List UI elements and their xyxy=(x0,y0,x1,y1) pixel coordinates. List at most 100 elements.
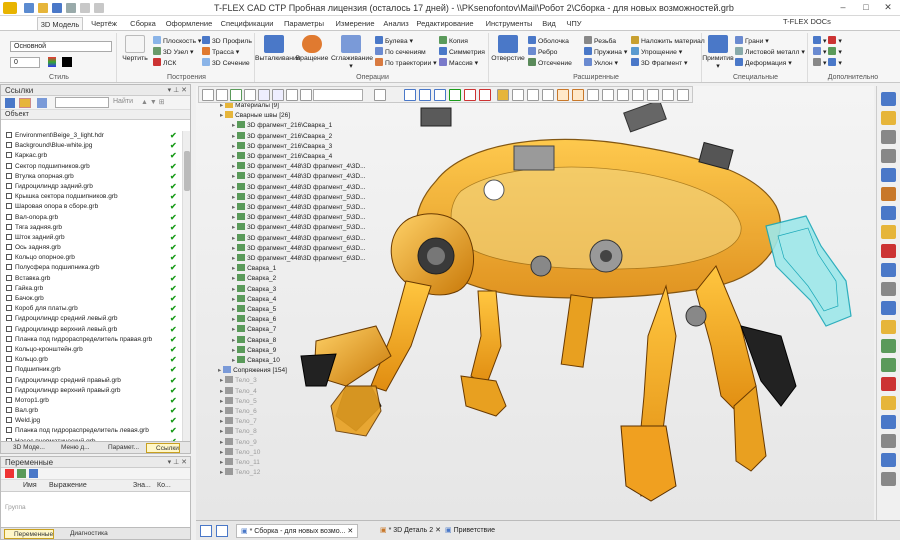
tab-edit[interactable]: Редактирование xyxy=(416,17,474,30)
draft-button[interactable]: Уклон ▾ xyxy=(584,58,618,68)
link-file-row[interactable]: Вставка.grb ✔ xyxy=(1,274,183,284)
tree-close-icon[interactable] xyxy=(374,89,386,101)
tab-variables[interactable]: Переменные xyxy=(4,529,55,539)
view-tool-icon[interactable] xyxy=(881,434,896,448)
undo-icon[interactable] xyxy=(80,3,90,13)
links-column-header[interactable]: Объект xyxy=(1,110,190,120)
view-tool-icon[interactable] xyxy=(881,358,896,372)
primitive-button[interactable]: Примитив ▾ xyxy=(702,35,734,71)
tab-design[interactable]: Оформление xyxy=(164,17,214,30)
tree-fragment-item[interactable]: ▸ 3D фрагмент_448\3D фрагмент_5\3D... xyxy=(232,192,366,203)
lcs-button[interactable]: ЛСК xyxy=(153,58,176,68)
tree-body-item[interactable]: ▸ Тело_5 xyxy=(220,396,257,407)
copy-button[interactable]: Копия xyxy=(439,36,468,46)
plane-button[interactable]: Плоскость ▾ xyxy=(153,36,201,46)
loop-icon[interactable] xyxy=(602,89,614,101)
link-file-row[interactable]: Ось задняя.grb ✔ xyxy=(1,243,183,253)
select-body-icon[interactable] xyxy=(497,89,509,101)
print-icon[interactable] xyxy=(66,3,76,13)
var-add-icon[interactable] xyxy=(5,469,14,478)
tree-mates[interactable]: ▸ Сопряжения [154] xyxy=(218,366,287,376)
tree-fragment-item[interactable]: ▸ 3D фрагмент_216\Сварка_4 xyxy=(232,152,332,162)
view-tool-icon[interactable] xyxy=(881,339,896,353)
find-nav-arrows[interactable]: ▲ ▼ ⊞ xyxy=(141,98,165,106)
tree-weld-item[interactable]: ▸ Сварка_10 xyxy=(232,356,280,366)
tab-3d-model-tree[interactable]: 3D Моде... xyxy=(4,443,45,453)
vertex-icon[interactable] xyxy=(542,89,554,101)
view-tool-icon[interactable] xyxy=(881,377,896,391)
col-expression[interactable]: Выражение xyxy=(49,480,87,492)
shell-button[interactable]: Оболочка xyxy=(528,36,569,46)
panel-pin-icon[interactable]: ▾ ⊥ ✕ xyxy=(168,85,187,96)
tree-fragment-item[interactable]: ▸ 3D фрагмент_448\3D фрагмент_6\3D... xyxy=(232,243,366,254)
tree-fragment-item[interactable]: ▸ 3D фрагмент_448\3D фрагмент_4\3D... xyxy=(232,172,366,182)
tab-measure[interactable]: Измерение xyxy=(332,17,378,30)
view-tool-icon[interactable] xyxy=(881,320,896,334)
link-file-row[interactable]: Weld.jpg ✔ xyxy=(1,416,183,426)
3d-profile-button[interactable]: 3D Профиль xyxy=(202,36,252,46)
link-file-row[interactable]: Сектор подшипников.grb ✔ xyxy=(1,162,183,172)
3d-fragment-button[interactable]: 3D Фрагмент ▾ xyxy=(631,58,687,68)
tree-fragment-item[interactable]: ▸ 3D фрагмент_448\3D фрагмент_5\3D... xyxy=(232,203,366,213)
filter-tree-icon[interactable] xyxy=(216,89,228,101)
tab-params[interactable]: Парамет... xyxy=(99,443,139,453)
view-tool-icon[interactable] xyxy=(881,472,896,486)
link-file-row[interactable]: Короб для платы.grb ✔ xyxy=(1,304,183,314)
maximize-button[interactable]: □ xyxy=(855,1,877,14)
faces-button[interactable]: Грани ▾ xyxy=(735,36,769,46)
view-tool-icon[interactable] xyxy=(881,453,896,467)
array-button[interactable]: Массив ▾ xyxy=(439,58,478,68)
tree-weld-item[interactable]: ▸ Сварка_7 xyxy=(232,325,276,335)
col-comment[interactable]: Ко... xyxy=(157,480,171,492)
filter-edges-icon[interactable] xyxy=(434,89,446,101)
view-tool-icon[interactable] xyxy=(881,206,896,220)
link-file-row[interactable]: Шаровая опора в сборе.grb ✔ xyxy=(1,202,183,212)
smooth-button[interactable]: Сглаживание ▾ xyxy=(331,35,373,71)
link-file-row[interactable]: Гидроцилиндр средний правый.grb ✔ xyxy=(1,376,183,386)
tflex-docs-label[interactable]: T-FLEX DOCs xyxy=(783,17,831,26)
tree-weld-item[interactable]: ▸ Сварка_4 xyxy=(232,294,276,305)
tab-analysis[interactable]: Анализ xyxy=(380,17,412,30)
layer-combo[interactable]: Основной xyxy=(10,41,112,52)
tree-weld-item[interactable]: ▸ Сварка_9 xyxy=(232,345,276,356)
view-tool-icon[interactable] xyxy=(881,111,896,125)
deform-button[interactable]: Деформация ▾ xyxy=(735,58,792,68)
list-icon[interactable] xyxy=(202,89,214,101)
link-file-row[interactable]: Background\Blue-white.jpg ✔ xyxy=(1,141,183,151)
point-icon[interactable] xyxy=(632,89,644,101)
link-file-row[interactable]: Гидроцилиндр средний левый.grb ✔ xyxy=(1,314,183,324)
tree-fragment-item[interactable]: ▸ 3D фрагмент_448\3D фрагмент_4\3D... xyxy=(232,182,366,193)
tab-links[interactable]: Ссылки xyxy=(146,443,180,453)
view-tool-icon[interactable] xyxy=(881,187,896,201)
tree-body-item[interactable]: ▸ Тело_6 xyxy=(220,407,257,417)
filter-icon[interactable] xyxy=(37,98,47,108)
back-icon[interactable] xyxy=(258,89,270,101)
tree-fragment-item[interactable]: ▸ 3D фрагмент_448\3D фрагмент_5\3D... xyxy=(232,213,366,223)
apply-material-button[interactable]: Наложить материал xyxy=(631,36,705,46)
view-tool-icon[interactable] xyxy=(881,396,896,410)
view-tool-icon[interactable] xyxy=(881,244,896,258)
tree-weld-item[interactable]: ▸ Сварка_8 xyxy=(232,335,276,346)
rotate-button[interactable]: Вращение xyxy=(295,35,329,63)
tree-weld-item[interactable]: ▸ Сварка_5 xyxy=(232,305,276,315)
link-file-row[interactable]: Environment\Beige_3_light.hdr ✔ xyxy=(1,131,183,141)
new-file-icon[interactable] xyxy=(24,3,34,13)
tree-fragment-item[interactable]: ▸ 3D фрагмент_216\Сварка_1 xyxy=(232,121,332,131)
link-file-row[interactable]: Гайка.grb ✔ xyxy=(1,284,183,294)
tab-diagnostics[interactable]: Диагностика xyxy=(61,529,108,539)
line-width-combo[interactable]: 0 xyxy=(10,57,40,68)
view-tool-icon[interactable] xyxy=(881,263,896,277)
tree-body-item[interactable]: ▸ Тело_3 xyxy=(220,376,257,386)
close-button[interactable]: ✕ xyxy=(877,1,899,14)
path-button[interactable]: Трасса ▾ xyxy=(202,47,239,57)
loft-button[interactable]: По сечениям xyxy=(375,47,426,57)
cancel-icon[interactable] xyxy=(464,89,476,101)
cut-button[interactable]: Отсечение xyxy=(528,58,572,68)
tree-fragment-item[interactable]: ▸ 3D фрагмент_216\Сварка_3 xyxy=(232,141,332,152)
check-icon[interactable] xyxy=(230,89,242,101)
link-file-row[interactable]: Бачок.grb ✔ xyxy=(1,294,183,304)
mirror-button[interactable]: Симметрия xyxy=(439,47,485,57)
filter-faces-icon[interactable] xyxy=(419,89,431,101)
tab-menu[interactable]: Меню д... xyxy=(52,443,90,453)
forward-icon[interactable] xyxy=(272,89,284,101)
